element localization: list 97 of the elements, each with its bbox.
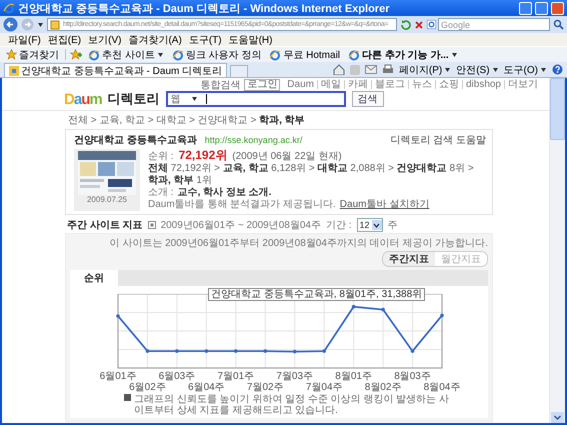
availability-note: 이 사이트는 2009년06월01주부터 2009년08월04주까지의 데이터 제공이 가능합니다. — [110, 237, 488, 250]
browser-tab[interactable]: 건양대학교 중등특수교육과 - Daum 디렉토리 — [4, 63, 228, 77]
caret-icon — [540, 66, 547, 72]
scrollbar[interactable] — [549, 78, 565, 423]
axis-label: 8월01주 — [335, 371, 372, 382]
rank-label: 순위 : — [148, 151, 174, 163]
stop-icon[interactable] — [414, 20, 424, 30]
help-icon[interactable] — [552, 64, 563, 75]
window-title: 건양대학교 중등특수교육과 - Daum 디렉토리 - Windows Internet Explorer — [18, 2, 390, 16]
toolbar-note: Daum툴바를 통해 분석결과가 제공됩니다. — [148, 199, 336, 211]
caret-icon — [492, 66, 499, 72]
add-favorite-icon[interactable] — [70, 49, 82, 60]
axis-label: 7월01주 — [217, 371, 254, 382]
breadcrumb: 전체 > 교육, 학교 > 대학교 > 건양대학교 > 학과, 학부 — [67, 114, 306, 128]
thumbnail-date: 2009.07.25 — [86, 195, 128, 204]
service-link[interactable]: dibshop — [462, 80, 504, 89]
period-label: 기간 : — [326, 219, 352, 232]
search-button[interactable]: 검색 — [352, 91, 384, 107]
search-field[interactable]: 웹 — [166, 91, 346, 107]
date-range: 2009년06월01주 ~ 2009년08월04주 — [160, 219, 321, 232]
command-menu[interactable]: 도구(O) — [504, 62, 547, 76]
ie-page-icon — [88, 48, 100, 60]
back-button[interactable] — [3, 17, 18, 32]
ie-page-icon — [269, 48, 282, 60]
search-link[interactable]: 통합검색 — [200, 78, 240, 92]
favorites-button[interactable]: 즐겨찾기 — [4, 48, 61, 62]
site-name: 건양대학교 중등특수교육과 — [74, 134, 197, 147]
printer-icon[interactable] — [382, 64, 394, 75]
axis-label: 7월02주 — [246, 382, 284, 392]
axis-label: 7월04주 — [306, 382, 343, 392]
minimize-button[interactable] — [519, 2, 532, 14]
ie-page-icon — [172, 48, 184, 60]
category-path: 전체 72,192위 > 교육, 학교 6,128위 > 대학교 2,088위 > 건양대학교 8위 > 학과, 학부 1위 — [148, 163, 475, 187]
daum-logo[interactable]: Daum — [64, 90, 102, 108]
intro-label: 소개 : — [148, 187, 174, 199]
command-menu[interactable]: 안전(S) — [456, 62, 499, 76]
info-icon — [124, 394, 131, 401]
section-title: 주간 사이트 지표 — [67, 219, 143, 232]
daum-favicon-icon — [9, 66, 19, 76]
calendar-icon[interactable] — [148, 221, 156, 229]
menu-item[interactable]: 도움말(H) — [228, 32, 272, 46]
period-unit: 주 — [388, 219, 398, 232]
axis-label: 8월03주 — [394, 371, 431, 382]
home-icon[interactable] — [332, 64, 345, 75]
axis-label: 7월03주 — [276, 371, 314, 382]
chevron-down-icon — [373, 222, 380, 228]
chart-note: 그래프의 신뢰도를 높이기 위하여 일정 수준 이상의 랭킹이 발생하는 사이트부터 상세 지표를 제공해드리고 있습니다. — [134, 394, 450, 416]
page-icon — [50, 20, 60, 30]
menu-item[interactable]: 파일(F) — [8, 32, 41, 46]
axis-label: 6월04주 — [188, 382, 225, 392]
axis-label: 8월04주 — [424, 382, 460, 392]
ie-logo-icon — [3, 2, 15, 14]
menu-item[interactable]: 보기(V) — [88, 32, 122, 46]
service-link[interactable]: 쇼핑 — [434, 80, 462, 89]
axis-label: 6월03주 — [158, 371, 196, 382]
favorites-link[interactable]: 다른 추가 기능 가... — [346, 48, 460, 62]
star-icon — [6, 49, 17, 60]
caret-icon — [444, 66, 452, 72]
chart-tooltip: 건양대학교 중등특수교육과, 8월01주, 31,388위 — [208, 288, 426, 301]
menu-item[interactable]: 즐겨찾기(A) — [128, 32, 182, 46]
ie-page-icon — [348, 48, 360, 60]
refresh-icon[interactable] — [400, 19, 411, 30]
caret-icon — [190, 96, 198, 102]
search-field[interactable]: Google — [438, 18, 550, 31]
chart-tab[interactable]: 순위 — [70, 270, 118, 286]
service-link[interactable]: 더보기 — [504, 80, 541, 89]
close-button[interactable] — [551, 2, 564, 14]
rank-date: (2009년 06월 22일 현재) — [232, 151, 342, 163]
service-link[interactable]: 뉴스 — [408, 80, 435, 89]
section-title: 디렉토리 — [108, 90, 160, 108]
axis-label: 6월01주 — [100, 371, 136, 382]
maximize-button[interactable] — [535, 2, 548, 14]
menu-item[interactable]: 도구(T) — [188, 32, 222, 46]
intro-text: 교수, 학사 정보 소개. — [178, 187, 272, 199]
service-link[interactable]: 블로그 — [370, 80, 408, 89]
rank-value: 72,192위 — [178, 149, 228, 162]
service-link[interactable]: 메일 — [316, 80, 344, 89]
period-select[interactable]: 12 — [356, 218, 383, 232]
mail-icon[interactable] — [364, 65, 377, 74]
view-toggle[interactable]: 주간지표 — [383, 252, 435, 266]
search-icon[interactable] — [553, 19, 564, 30]
scroll-down-icon[interactable] — [551, 412, 564, 423]
login-button[interactable]: 로그인 — [244, 78, 280, 90]
axis-label: 6월02주 — [129, 382, 166, 392]
favorites-link[interactable]: 추천 사이트 — [86, 48, 166, 62]
scrollbar-thumb[interactable] — [550, 78, 565, 140]
favorites-link[interactable]: 링크 사용자 정의 — [170, 48, 264, 62]
axis-label: 8월02주 — [364, 382, 402, 392]
service-link[interactable]: 카페 — [344, 80, 371, 89]
caret-icon — [37, 22, 44, 28]
service-link[interactable]: Daum — [284, 80, 317, 89]
site-url-link[interactable]: http://sse.konyang.ac.kr/ — [204, 135, 302, 145]
toolbar-install-link[interactable]: Daum툴바 설치하기 — [340, 199, 430, 211]
help-link[interactable]: 디렉토리 검색 도움말 — [390, 133, 486, 147]
menu-item[interactable]: 편집(E) — [48, 32, 82, 46]
favorites-link[interactable]: 무료 Hotmail — [267, 48, 342, 62]
command-menu[interactable]: 페이지(P) — [398, 62, 452, 76]
